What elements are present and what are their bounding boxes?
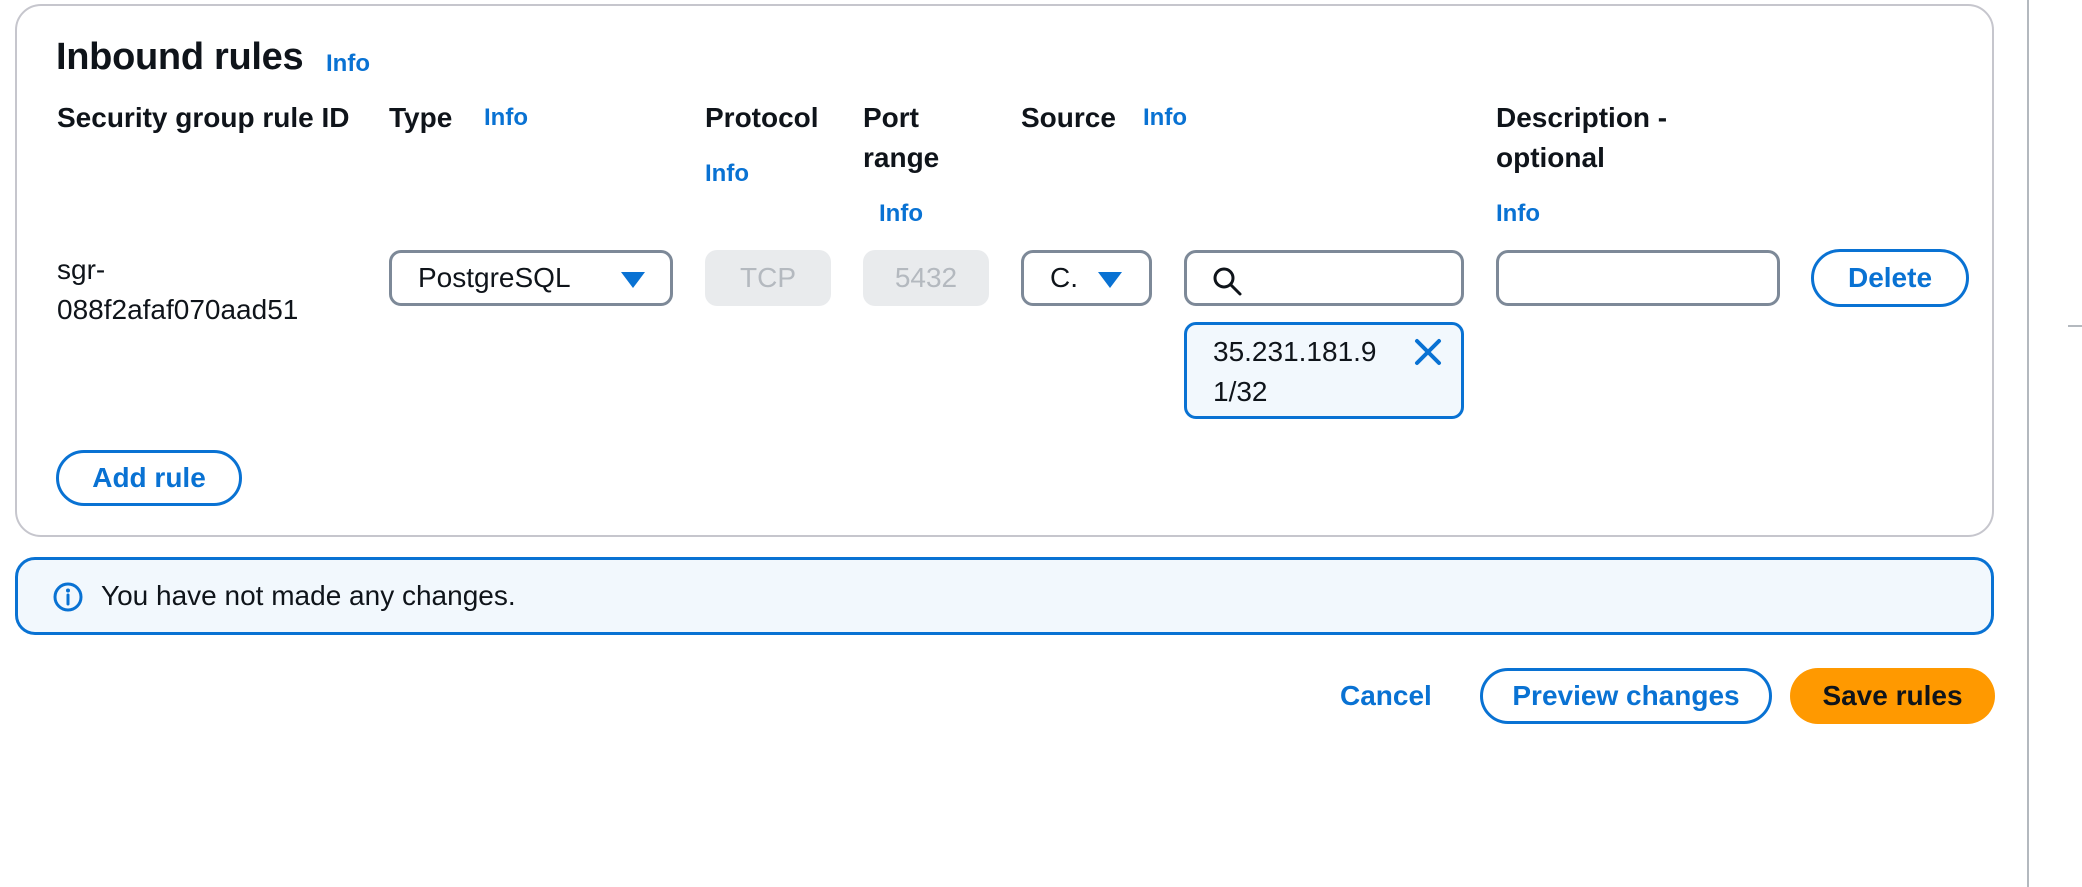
col-header-rule-id: Security group rule ID (57, 102, 350, 133)
info-circle-icon (53, 582, 83, 612)
preview-changes-button[interactable]: Preview changes (1480, 668, 1772, 724)
add-rule-button[interactable]: Add rule (56, 450, 242, 506)
no-changes-alert: You have not made any changes. (15, 557, 1994, 635)
port-range-info-link[interactable]: Info (879, 200, 923, 228)
col-header-description-2: optional (1496, 142, 1605, 173)
source-type-select[interactable]: C. (1021, 250, 1152, 306)
protocol-value: TCP (740, 262, 796, 293)
type-select-value: PostgreSQL (418, 262, 571, 293)
rule-id-line1: sgr- (57, 254, 106, 285)
type-info-link[interactable]: Info (484, 104, 528, 132)
col-header-source: Source (1021, 102, 1116, 133)
protocol-field: TCP (705, 250, 831, 306)
remove-token-close-icon[interactable] (1413, 337, 1443, 367)
description-input[interactable] (1496, 250, 1780, 306)
alert-message: You have not made any changes. (101, 580, 516, 611)
source-token-line2: 1/32 (1213, 376, 1268, 407)
port-range-field: 5432 (863, 250, 989, 306)
source-type-value: C. (1050, 262, 1078, 293)
search-icon (1213, 267, 1242, 296)
protocol-info-link[interactable]: Info (705, 160, 749, 188)
col-header-port-range-2: range (863, 142, 940, 173)
right-divider (2027, 0, 2029, 887)
section-title: Inbound rules (56, 36, 304, 78)
title-info-link[interactable]: Info (326, 50, 370, 78)
delete-rule-button[interactable]: Delete (1811, 249, 1969, 307)
rule-id-line2: 088f2afaf070aad51 (57, 294, 299, 325)
resize-handle-tick[interactable] (2068, 325, 2082, 327)
col-header-port-range-1: Port (863, 102, 919, 133)
save-rules-button[interactable]: Save rules (1790, 668, 1995, 724)
port-range-value: 5432 (894, 262, 958, 293)
source-token-line1: 35.231.181.9 (1213, 336, 1377, 367)
source-search-input[interactable] (1184, 250, 1464, 306)
caret-down-icon (1098, 272, 1122, 288)
col-header-protocol: Protocol (705, 102, 819, 133)
caret-down-icon (621, 272, 645, 288)
type-select[interactable]: PostgreSQL (389, 250, 673, 306)
col-header-description-1: Description - (1496, 102, 1668, 133)
source-info-link[interactable]: Info (1143, 104, 1187, 132)
description-info-link[interactable]: Info (1496, 200, 1540, 228)
col-header-type: Type (389, 102, 453, 133)
source-cidr-token: 35.231.181.9 1/32 (1184, 322, 1464, 419)
cancel-button[interactable]: Cancel (1340, 680, 1432, 712)
